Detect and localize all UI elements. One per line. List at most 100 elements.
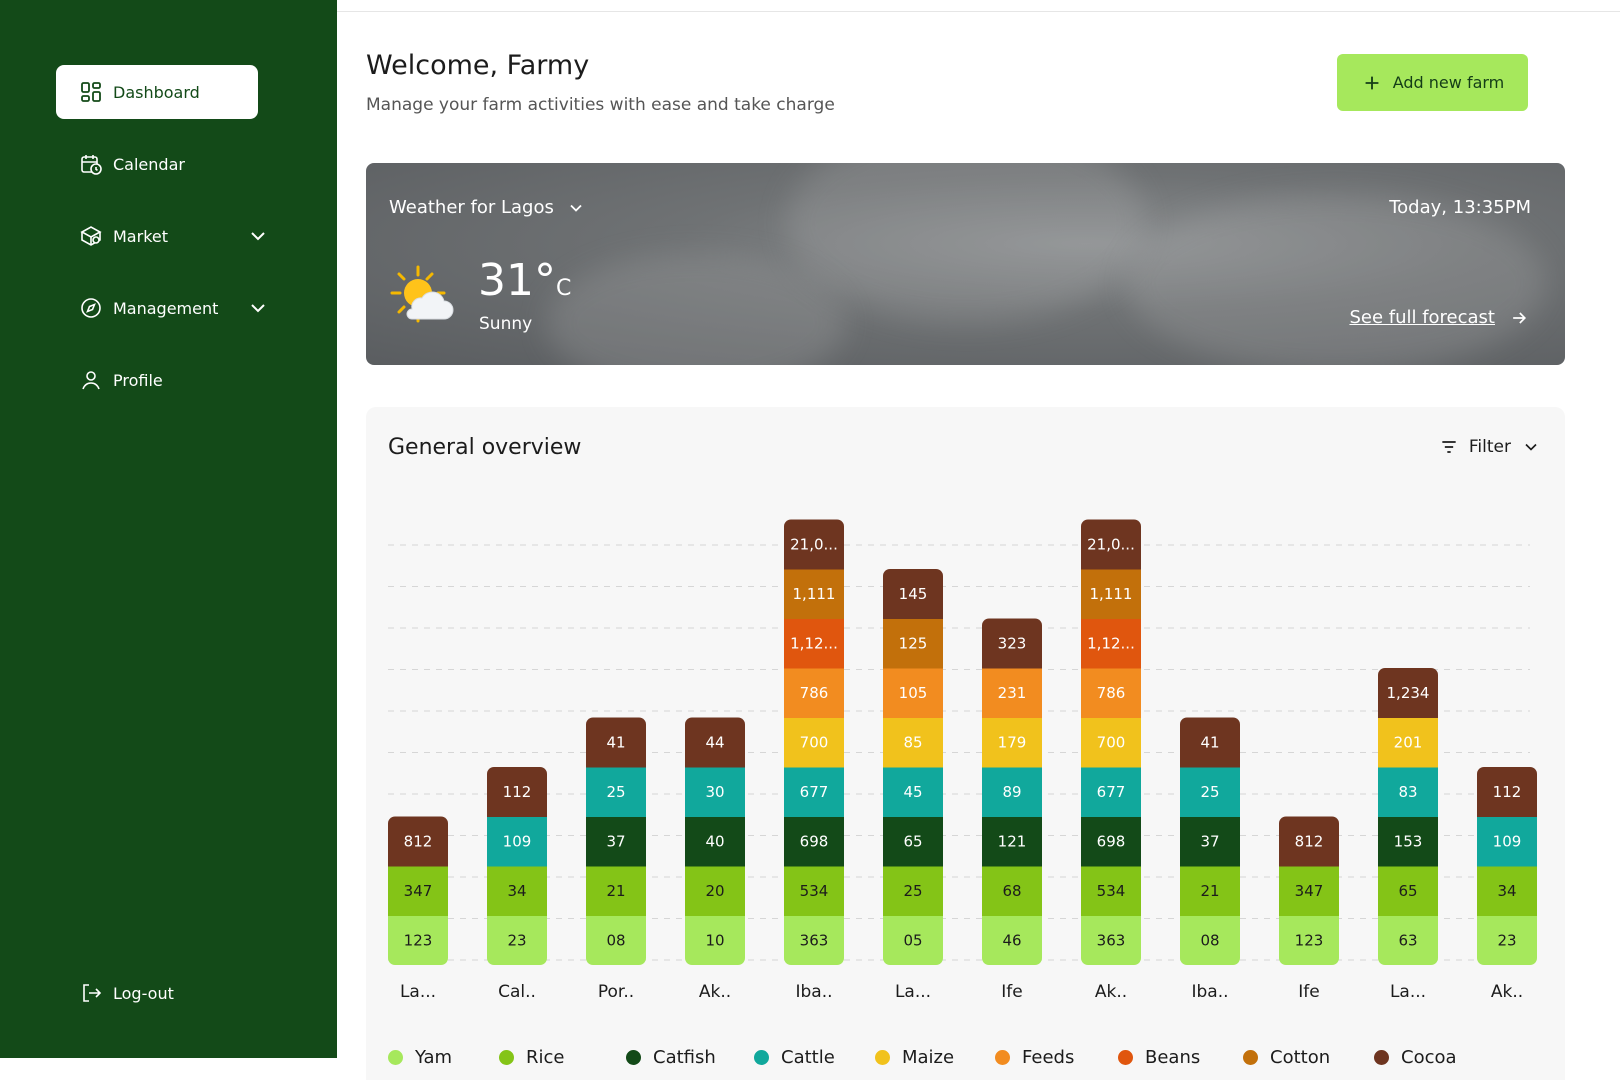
bar-data-label: 123 xyxy=(404,931,433,949)
bar-data-label: 1,12... xyxy=(790,634,838,652)
bar-data-label: 45 xyxy=(903,783,922,801)
legend-item: Yam xyxy=(388,1047,499,1068)
sidebar-item-market[interactable]: Market xyxy=(56,209,265,263)
chevron-down-icon[interactable] xyxy=(246,296,270,320)
forecast-link-label: See full forecast xyxy=(1349,307,1495,328)
bar-data-label: 347 xyxy=(1295,882,1324,900)
bar-data-label: 40 xyxy=(705,832,724,850)
bar-data-label: 347 xyxy=(404,882,433,900)
user-icon xyxy=(79,368,103,392)
bar-data-label: 677 xyxy=(1097,783,1126,801)
bar-data-label: 363 xyxy=(1097,931,1126,949)
bar-data-label: 1,111 xyxy=(793,585,836,603)
sidebar-item-profile[interactable]: Profile xyxy=(56,353,258,407)
bar-data-label: 05 xyxy=(903,931,922,949)
filter-icon xyxy=(1442,441,1456,453)
bar-data-label: 201 xyxy=(1394,733,1423,751)
legend-label: Catfish xyxy=(653,1047,716,1068)
legend-dot xyxy=(1374,1050,1389,1065)
chevron-down-icon[interactable] xyxy=(246,224,270,248)
legend-dot xyxy=(388,1050,403,1065)
sidebar-item-label: Dashboard xyxy=(113,82,200,102)
weather-time: Today, 13:35PM xyxy=(1389,197,1531,218)
bar-data-label: 10 xyxy=(705,931,724,949)
x-tick-label: Cal.. xyxy=(498,982,536,1002)
filter-label: Filter xyxy=(1468,437,1511,457)
bar-data-label: 112 xyxy=(503,783,532,801)
x-tick-label: Iba.. xyxy=(795,982,832,1002)
x-tick-label: La... xyxy=(895,982,931,1002)
bar-data-label: 109 xyxy=(1493,832,1522,850)
legend-dot xyxy=(875,1050,890,1065)
bar-data-label: 65 xyxy=(903,832,922,850)
page-title: Welcome, Farmy xyxy=(366,50,590,81)
add-new-farm-label: Add new farm xyxy=(1392,73,1505,92)
bar-data-label: 109 xyxy=(503,832,532,850)
legend-item: Catfish xyxy=(626,1047,754,1068)
legend-label: Cocoa xyxy=(1401,1047,1457,1068)
bar-data-label: 65 xyxy=(1398,882,1417,900)
bar-data-label: 698 xyxy=(800,832,829,850)
sidebar-item-calendar[interactable]: Calendar xyxy=(56,137,258,191)
legend-label: Cattle xyxy=(781,1047,835,1068)
bar-data-label: 83 xyxy=(1398,783,1417,801)
legend-dot xyxy=(1118,1050,1133,1065)
weather-location-label: Weather for Lagos xyxy=(389,197,554,218)
bar-data-label: 34 xyxy=(1497,882,1516,900)
bar-data-label: 121 xyxy=(998,832,1027,850)
logout-button[interactable]: Log-out xyxy=(56,966,258,1020)
x-tick-label: Iba.. xyxy=(1191,982,1228,1002)
bar-data-label: 153 xyxy=(1394,832,1423,850)
legend-item: Cattle xyxy=(754,1047,875,1068)
legend-dot xyxy=(995,1050,1010,1065)
bar-data-label: 145 xyxy=(899,585,928,603)
bar-stack[interactable] xyxy=(883,569,943,966)
temperature-value: 31° xyxy=(478,255,556,306)
chevron-down-icon xyxy=(570,204,582,212)
filter-button[interactable]: Filter xyxy=(1439,437,1541,457)
legend-item: Cocoa xyxy=(1374,1047,1474,1068)
legend-label: Rice xyxy=(526,1047,565,1068)
temperature-unit: C xyxy=(556,276,572,301)
calendar-icon xyxy=(79,152,103,176)
legend-item: Rice xyxy=(499,1047,626,1068)
x-tick-label: Ak.. xyxy=(699,982,731,1002)
legend-item: Feeds xyxy=(995,1047,1118,1068)
bar-data-label: 125 xyxy=(899,634,928,652)
bar-data-label: 68 xyxy=(1002,882,1021,900)
bar-data-label: 231 xyxy=(998,684,1027,702)
chart-legend: Yam Rice Catfish Cattle Maize Feeds Beans Cotto… xyxy=(388,1047,1474,1068)
stacked-bar-chart: 123 347 812 La... 23 34 109 112 Cal.. 08 21 37 25 41 P… xyxy=(388,519,1537,1002)
weather-location-select[interactable]: Weather for Lagos xyxy=(389,197,586,218)
bar-data-label: 46 xyxy=(1002,931,1021,949)
sidebar-item-dashboard[interactable]: Dashboard xyxy=(56,65,258,119)
bar-data-label: 179 xyxy=(998,733,1027,751)
bar-data-label: 20 xyxy=(705,882,724,900)
see-full-forecast-link[interactable]: See full forecast xyxy=(1349,307,1529,328)
bar-data-label: 44 xyxy=(705,733,724,751)
bar-data-label: 812 xyxy=(1295,832,1324,850)
bar-data-label: 123 xyxy=(1295,931,1324,949)
bar-data-label: 63 xyxy=(1398,931,1417,949)
bar-stack[interactable] xyxy=(1378,668,1438,966)
add-new-farm-button[interactable]: Add new farm xyxy=(1337,54,1528,111)
legend-item: Cotton xyxy=(1243,1047,1374,1068)
bar-data-label: 23 xyxy=(1497,931,1516,949)
weather-temperature: 31°C xyxy=(478,255,571,306)
bar-data-label: 1,12... xyxy=(1087,634,1135,652)
bar-data-label: 89 xyxy=(1002,783,1021,801)
sidebar: Dashboard Calendar Market Management Pro… xyxy=(0,0,337,1058)
bar-data-label: 698 xyxy=(1097,832,1126,850)
general-overview-card: 123 347 812 La... 23 34 109 112 Cal.. 08 21 37 25 41 P… xyxy=(366,407,1565,1080)
bar-data-label: 786 xyxy=(1097,684,1126,702)
bar-data-label: 41 xyxy=(1200,733,1219,751)
x-tick-label: La... xyxy=(400,982,436,1002)
bar-data-label: 534 xyxy=(800,882,829,900)
bar-data-label: 363 xyxy=(800,931,829,949)
sidebar-item-management[interactable]: Management xyxy=(56,281,265,335)
bar-data-label: 25 xyxy=(1200,783,1219,801)
x-tick-label: La... xyxy=(1390,982,1426,1002)
bar-data-label: 21 xyxy=(1200,882,1219,900)
logout-label: Log-out xyxy=(113,983,174,1003)
bar-data-label: 1,234 xyxy=(1387,684,1430,702)
